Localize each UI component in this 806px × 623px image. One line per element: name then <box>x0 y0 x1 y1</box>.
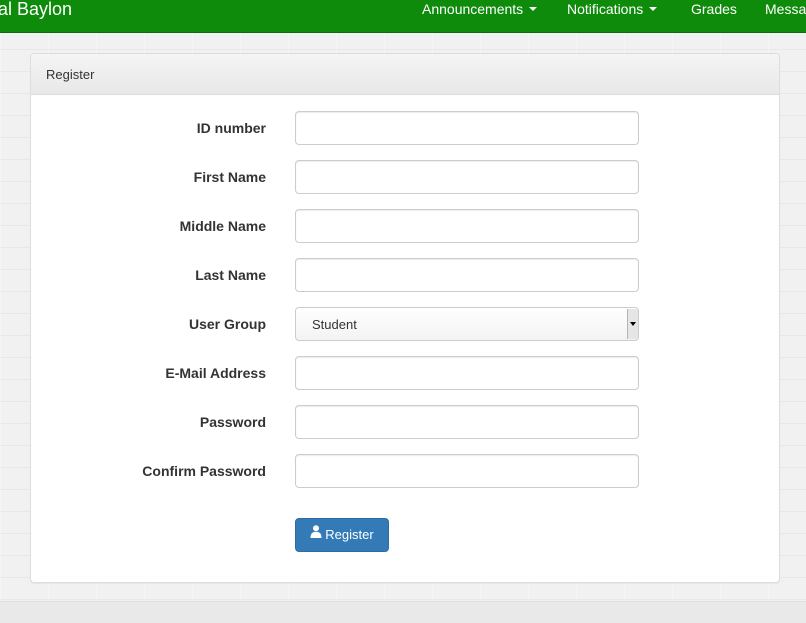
caret-down-icon <box>529 7 538 12</box>
id-number-label: ID number <box>196 120 266 136</box>
last-name-label: Last Name <box>195 267 266 283</box>
email-input[interactable] <box>295 356 639 390</box>
nav-item-messages[interactable]: Messa <box>765 0 806 18</box>
nav-item-label: Announcements <box>422 1 524 17</box>
register-button-label: Register <box>325 527 374 542</box>
middle-name-input[interactable] <box>295 209 639 243</box>
nav-item-label: Notifications <box>567 1 644 17</box>
form-row-first-name: First Name <box>31 160 779 194</box>
user-group-label: User Group <box>188 316 266 332</box>
top-navbar: al Baylon Announcements Notifications Gr… <box>0 0 806 33</box>
register-button[interactable]: Register <box>295 518 389 552</box>
first-name-input[interactable] <box>295 160 639 194</box>
register-panel: Register ID number First Name Middle Nam… <box>30 53 780 583</box>
nav-item-notifications[interactable]: Notifications <box>567 0 658 18</box>
panel-title: Register <box>31 54 779 95</box>
nav-item-grades[interactable]: Grades <box>691 0 737 18</box>
id-number-input[interactable] <box>295 111 639 145</box>
form-row-user-group: User Group Student <box>31 307 779 341</box>
select-arrow-icon[interactable] <box>627 309 638 339</box>
email-label: E-Mail Address <box>165 365 266 381</box>
password-input[interactable] <box>295 405 639 439</box>
nav-item-label: Grades <box>691 1 737 17</box>
confirm-password-input[interactable] <box>295 454 639 488</box>
nav-item-announcements[interactable]: Announcements <box>422 0 538 18</box>
form-row-id-number: ID number <box>31 111 779 145</box>
form-row-email: E-Mail Address <box>31 356 779 390</box>
first-name-label: First Name <box>193 169 266 185</box>
user-group-select[interactable]: Student <box>295 307 639 341</box>
password-label: Password <box>199 414 266 430</box>
user-group-selected-value: Student <box>312 317 357 332</box>
caret-down-icon <box>649 7 658 12</box>
middle-name-label: Middle Name <box>179 218 266 234</box>
navbar-brand[interactable]: al Baylon <box>0 0 72 21</box>
last-name-input[interactable] <box>295 258 639 292</box>
page-footer-strip <box>0 601 806 623</box>
nav-item-label: Messa <box>765 1 806 17</box>
form-row-middle-name: Middle Name <box>31 209 779 243</box>
confirm-password-label: Confirm Password <box>142 463 266 479</box>
user-icon <box>310 518 322 550</box>
form-row-last-name: Last Name <box>31 258 779 292</box>
form-row-confirm-password: Confirm Password <box>31 454 779 488</box>
form-row-password: Password <box>31 405 779 439</box>
